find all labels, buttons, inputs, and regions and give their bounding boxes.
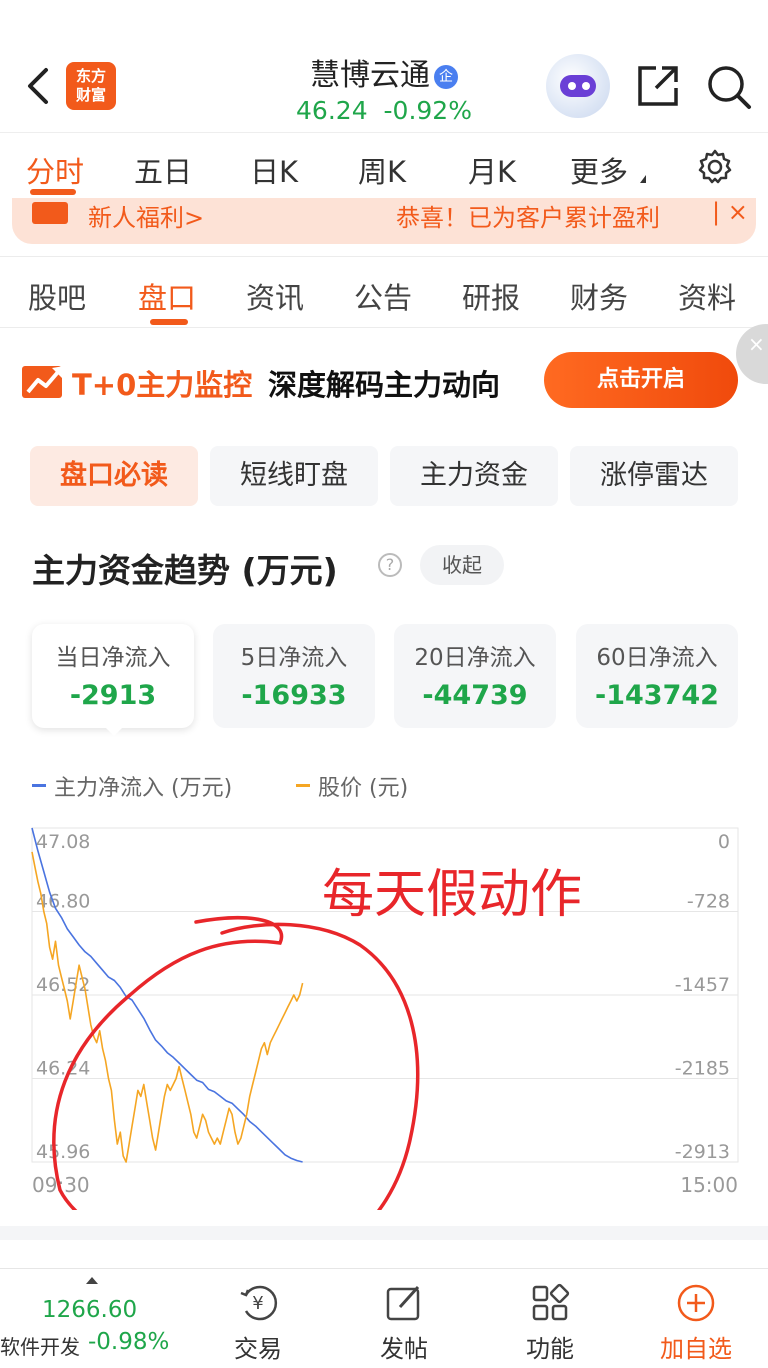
tab-profile[interactable]: 资料: [678, 275, 736, 317]
flow-card-20d[interactable]: 20日净流入 -44739: [394, 624, 556, 728]
search-icon[interactable]: [706, 64, 752, 110]
section-title: 主力资金趋势 (万元): [32, 551, 338, 590]
promo-new-user-link[interactable]: 新人福利>: [88, 198, 204, 233]
flow-card-label: 5日净流入: [240, 645, 348, 671]
pill-tab-main-funds[interactable]: 主力资金: [390, 446, 558, 506]
yuan-trade-icon[interactable]: ¥: [238, 1283, 278, 1323]
flow-card-value: -16933: [241, 680, 347, 711]
capital-flow-chart[interactable]: 47.08 046.80 -72846.52 -145746.24 -218545.96…: [0, 820, 768, 1210]
nav-function[interactable]: 功能: [490, 1329, 610, 1364]
flow-card-label: 当日净流入: [55, 645, 171, 671]
more-caret-icon: [640, 175, 646, 183]
legend-swatch-flow: [32, 784, 46, 787]
tab-finance[interactable]: 财务: [570, 275, 628, 317]
y-left-tick-label: 46.24: [36, 1058, 90, 1080]
active-tab-underline: [30, 189, 76, 195]
annotation-layer: 每天假动作: [52, 865, 582, 1210]
tab-research[interactable]: 研报: [462, 275, 520, 317]
tab-monthly-k[interactable]: 月K: [468, 149, 516, 191]
legend-swatch-price: [296, 784, 310, 787]
stock-name: 慧博云通: [310, 58, 430, 93]
tab-guba[interactable]: 股吧: [28, 275, 86, 317]
sector-index-value[interactable]: 1266.60: [42, 1297, 137, 1323]
nav-add-watchlist[interactable]: 加自选: [636, 1329, 756, 1364]
pill-tab-limit-up-radar[interactable]: 涨停雷达: [570, 446, 738, 506]
plus-circle-icon[interactable]: [676, 1283, 716, 1323]
tab-daily-k[interactable]: 日K: [250, 149, 298, 191]
sector-index-name[interactable]: 软件开发: [0, 1331, 80, 1360]
gear-icon[interactable]: [696, 148, 734, 186]
legend-label-flow: 主力净流入 (万元): [54, 776, 233, 801]
card-pointer: [104, 726, 124, 736]
annotation-circle: [52, 916, 420, 1210]
banner-title: 深度解码主力动向: [268, 368, 501, 402]
nav-post[interactable]: 发帖: [344, 1329, 464, 1364]
edit-post-icon[interactable]: [384, 1283, 424, 1323]
y-right-tick-label: -2913: [675, 1141, 730, 1163]
promo-close-icon[interactable]: | ×: [712, 198, 748, 226]
y-right-tick-label: 0: [718, 831, 730, 853]
share-icon[interactable]: [636, 64, 680, 108]
tab-intraday[interactable]: 分时: [26, 149, 84, 191]
stock-price: 46.24: [296, 96, 368, 125]
robot-eye-icon: [568, 82, 576, 90]
robot-face-icon: [560, 75, 596, 97]
collapse-button[interactable]: 收起: [420, 545, 504, 585]
megaphone-icon: [32, 202, 68, 224]
nav-trade[interactable]: 交易: [198, 1329, 318, 1364]
tab-weekly-k[interactable]: 周K: [358, 149, 406, 191]
promo-strip[interactable]: 新人福利> 恭喜！已为客户累计盈利 | ×: [12, 198, 756, 244]
x-end-tick-label: 15:00: [680, 1173, 738, 1197]
sector-index-change[interactable]: -0.98%: [88, 1329, 169, 1355]
flow-card-label: 20日净流入: [414, 645, 536, 671]
legend-label-price: 股价 (元): [318, 776, 409, 801]
chart-period-tabs: 分时 五日 日K 周K 月K 更多: [0, 132, 768, 200]
stock-change-pct: -0.92%: [383, 96, 472, 125]
bottom-nav: 1266.60 软件开发 -0.98% ¥ 交易 发帖 功能 加自选: [0, 1268, 768, 1368]
close-icon: ×: [748, 332, 765, 356]
svg-text:¥: ¥: [252, 1293, 263, 1314]
y-left-tick-label: 45.96: [36, 1141, 90, 1163]
flow-card-value: -44739: [422, 680, 528, 711]
flow-card-today[interactable]: 当日净流入 -2913: [32, 624, 194, 728]
section-tabs: 股吧 盘口 资讯 公告 研报 财务 资料: [0, 256, 768, 328]
section-divider: [0, 1226, 768, 1240]
tab-pankou[interactable]: 盘口: [138, 275, 196, 317]
pill-tab-must-read[interactable]: 盘口必读: [30, 446, 198, 506]
tab-five-day[interactable]: 五日: [134, 149, 192, 191]
caret-up-icon[interactable]: [86, 1277, 98, 1284]
verified-badge-icon: 企: [434, 65, 458, 89]
tab-announcements[interactable]: 公告: [354, 275, 412, 317]
flow-card-value: -2913: [69, 680, 157, 711]
active-tab-underline: [150, 319, 188, 325]
y-right-tick-label: -2185: [675, 1058, 730, 1080]
tab-more[interactable]: 更多: [570, 149, 628, 191]
flow-card-5d[interactable]: 5日净流入 -16933: [213, 624, 375, 728]
y-right-tick-label: -1457: [675, 974, 730, 996]
grid-function-icon[interactable]: [530, 1283, 570, 1323]
pill-tab-short-term[interactable]: 短线盯盘: [210, 446, 378, 506]
tab-news[interactable]: 资讯: [246, 275, 304, 317]
y-right-tick-label: -728: [687, 891, 730, 913]
robot-eye-icon: [582, 82, 590, 90]
flow-card-value: -143742: [595, 680, 719, 711]
stock-header: 东方 财富 慧博云通企 46.24 -0.92%: [0, 0, 768, 132]
help-icon[interactable]: ?: [378, 553, 402, 577]
flow-card-label: 60日净流入: [596, 645, 718, 671]
flow-card-60d[interactable]: 60日净流入 -143742: [576, 624, 738, 728]
y-left-tick-label: 47.08: [36, 831, 90, 853]
promo-marquee-text: 恭喜！已为客户累计盈利: [396, 204, 660, 232]
enable-monitor-button[interactable]: 点击开启: [544, 352, 738, 408]
banner-title-highlight: T+0主力监控: [72, 368, 253, 402]
annotation-text: 每天假动作: [322, 865, 582, 925]
trend-up-icon: [22, 366, 64, 398]
